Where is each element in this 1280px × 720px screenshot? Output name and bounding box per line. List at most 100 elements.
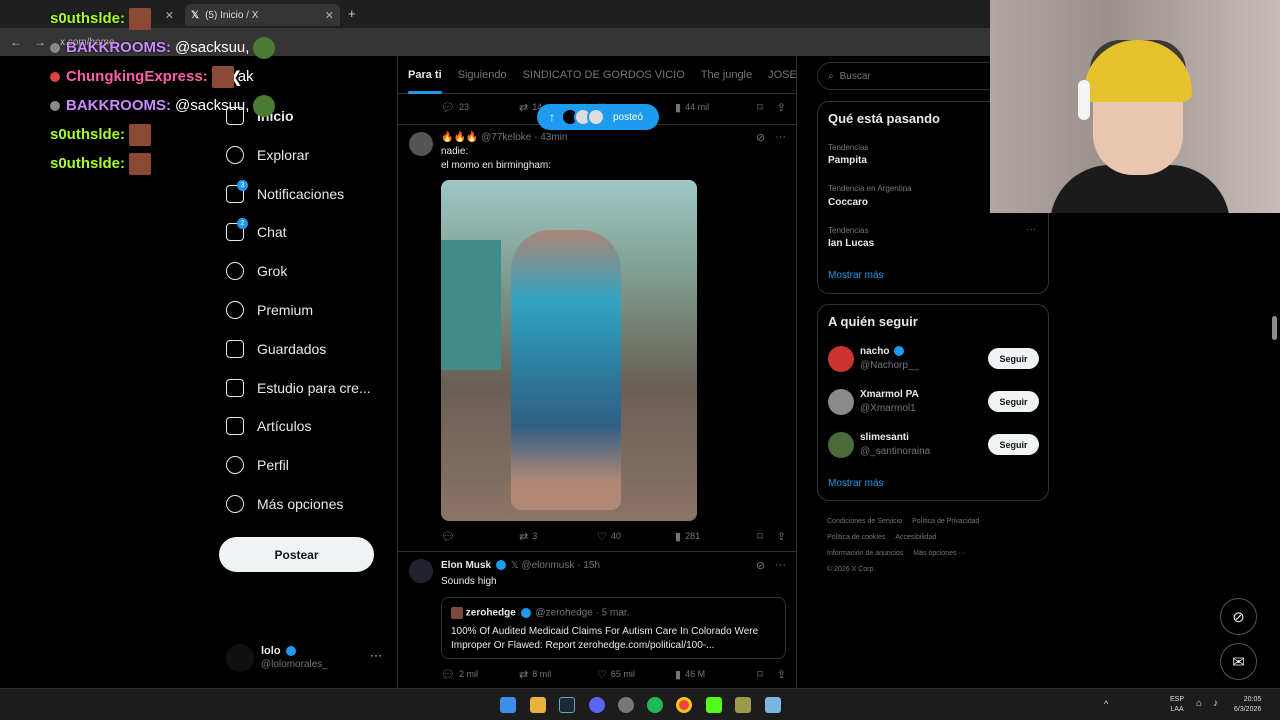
new-tab-button[interactable]: + <box>348 6 356 21</box>
grok-floating-button[interactable]: ⊘ <box>1220 598 1257 635</box>
show-more-link[interactable]: Mostrar más <box>828 478 884 489</box>
discord-icon[interactable] <box>589 697 605 713</box>
follow-handle: @Nachorp__ <box>860 360 920 371</box>
app-icon[interactable] <box>735 697 751 713</box>
avatar[interactable] <box>828 389 854 415</box>
account-name-text: lolo <box>261 645 281 657</box>
share-icon[interactable]: ⇪ <box>777 530 786 543</box>
repost-button[interactable]: ⇄ 3 <box>519 530 597 543</box>
spotify-icon[interactable] <box>647 697 663 713</box>
forward-icon[interactable]: → <box>32 34 48 50</box>
nav-item-profile[interactable]: Perfil <box>226 450 289 480</box>
scrollbar-thumb[interactable] <box>1272 316 1277 340</box>
post-handle[interactable]: @77keloke <box>481 132 531 143</box>
show-more-link[interactable]: Mostrar más <box>828 270 884 281</box>
more-dots-icon[interactable]: ··· <box>775 559 786 571</box>
post-time[interactable]: · 43min <box>534 132 567 143</box>
tab-siguiendo[interactable]: Siguiendo <box>458 69 507 81</box>
post-button[interactable]: Postear <box>219 537 374 572</box>
steam-icon[interactable] <box>559 697 575 713</box>
post-text: nadie: el momo en birmingham: <box>441 145 551 173</box>
post-time[interactable]: · 15h <box>577 560 600 571</box>
nav-item-grok[interactable]: Grok <box>226 256 287 286</box>
nav-item-premium[interactable]: Premium <box>226 295 313 325</box>
post-handle[interactable]: @elonmusk <box>521 560 574 571</box>
account-switcher[interactable]: lolo @lolomorales_ ··· <box>226 640 386 680</box>
messages-floating-button[interactable]: ✉ <box>1220 643 1257 680</box>
tab-list[interactable]: JOSEO <box>768 69 796 81</box>
nav-item-notifications[interactable]: 3 Notificaciones <box>226 179 344 209</box>
follow-name[interactable]: slimesanti <box>860 432 909 443</box>
tab-para-ti[interactable]: Para ti <box>408 69 442 94</box>
repost-button[interactable]: ⇄ 8 mil <box>519 668 597 681</box>
nav-item-bookmarks[interactable]: Guardados <box>226 334 326 364</box>
nav-item-articles[interactable]: Artículos <box>226 411 311 441</box>
tab-list[interactable]: SINDICATO DE GORDOS VICIO <box>523 69 685 81</box>
like-button[interactable]: ♡ 65 mil <box>597 668 675 681</box>
avatar[interactable] <box>409 559 433 583</box>
network-icon[interactable]: ⌂ <box>1196 699 1202 709</box>
nav-label: Chat <box>257 224 287 240</box>
follow-name[interactable]: Xmarmol PA <box>860 389 919 400</box>
quote-text: 100% Of Audited Medicaid Claims For Auti… <box>451 626 759 651</box>
emote-icon <box>129 7 152 30</box>
account-name: lolo <box>261 645 298 657</box>
file-explorer-icon[interactable] <box>530 697 546 713</box>
share-icon[interactable]: ⇪ <box>777 668 786 681</box>
chrome-icon[interactable] <box>676 697 692 713</box>
notepad-icon[interactable] <box>765 697 781 713</box>
more-dots-icon[interactable]: ··· <box>775 131 786 143</box>
post-image[interactable] <box>441 180 697 521</box>
tab-list[interactable]: The jungle <box>701 69 752 81</box>
language-indicator[interactable]: ESP LAA <box>1170 695 1184 715</box>
avatar[interactable] <box>828 432 854 458</box>
footer-link[interactable]: Accesibilidad <box>895 534 936 541</box>
grok-icon[interactable]: ⊘ <box>756 559 765 572</box>
avatar[interactable] <box>828 346 854 372</box>
follow-name[interactable]: nacho <box>860 346 906 357</box>
bookmark-icon[interactable]: ⌑ <box>757 101 763 114</box>
bell-icon: 3 <box>226 180 248 203</box>
nav-item-creator-studio[interactable]: Estudio para cre... <box>226 373 371 403</box>
reply-button[interactable]: 💬︎ 2 mil <box>441 668 519 681</box>
footer-link[interactable]: Condiciones de Servicio <box>827 518 902 525</box>
arrow-up-icon: ↑ <box>549 110 555 124</box>
bookmark-icon[interactable]: ⌑ <box>757 668 763 681</box>
post-author[interactable]: 🔥🔥🔥 <box>441 132 478 143</box>
back-icon[interactable]: ← <box>8 34 24 50</box>
views-button[interactable]: ▮ 281 <box>675 530 753 543</box>
reply-button[interactable]: 💬︎ <box>441 530 519 543</box>
follow-button[interactable]: Seguir <box>988 391 1039 412</box>
more-dots-icon[interactable]: ··· <box>1026 224 1036 235</box>
new-posts-pill[interactable]: ↑ posteó <box>537 104 659 130</box>
reply-button[interactable]: 💬︎ 23 <box>441 101 519 114</box>
views-button[interactable]: ▮ 46 M <box>675 668 753 681</box>
nav-item-more[interactable]: Más opciones <box>226 489 343 519</box>
views-button[interactable]: ▮ 44 mil <box>675 101 753 114</box>
trend-name[interactable]: Ian Lucas <box>828 238 874 249</box>
footer-link[interactable]: Información de anuncios <box>827 550 903 557</box>
like-button[interactable]: ♡ 40 <box>597 530 675 543</box>
app-icon[interactable] <box>618 697 634 713</box>
trend-name[interactable]: Coccaro <box>828 197 868 208</box>
tab-close-icon[interactable]: ✕ <box>325 9 334 22</box>
footer-link[interactable]: Política de cookies <box>827 534 885 541</box>
footer-link[interactable]: Más opciones ··· <box>913 550 965 557</box>
follow-button[interactable]: Seguir <box>988 434 1039 455</box>
nav-item-chat[interactable]: 2 Chat <box>226 217 287 247</box>
kick-icon[interactable] <box>706 697 722 713</box>
share-icon[interactable]: ⇪ <box>777 101 786 114</box>
clock[interactable]: 20:05 6/3/2026 <box>1234 695 1261 715</box>
follow-button[interactable]: Seguir <box>988 348 1039 369</box>
bookmark-icon[interactable]: ⌑ <box>757 530 763 543</box>
post-author[interactable]: Elon Musk <box>441 560 491 571</box>
trend-name[interactable]: Pampita <box>828 155 867 166</box>
windows-start-icon[interactable] <box>500 697 516 713</box>
tray-chevron-icon[interactable]: ^ <box>1104 699 1108 709</box>
footer-link[interactable]: Política de Privacidad <box>912 518 979 525</box>
more-dots-icon[interactable]: ··· <box>370 648 382 662</box>
volume-icon[interactable]: ♪ <box>1213 699 1218 709</box>
grok-icon[interactable]: ⊘ <box>756 131 765 144</box>
quoted-post[interactable]: zerohedge @zerohedge · 5 mar. 100% Of Au… <box>441 597 786 659</box>
avatar[interactable] <box>409 132 433 156</box>
